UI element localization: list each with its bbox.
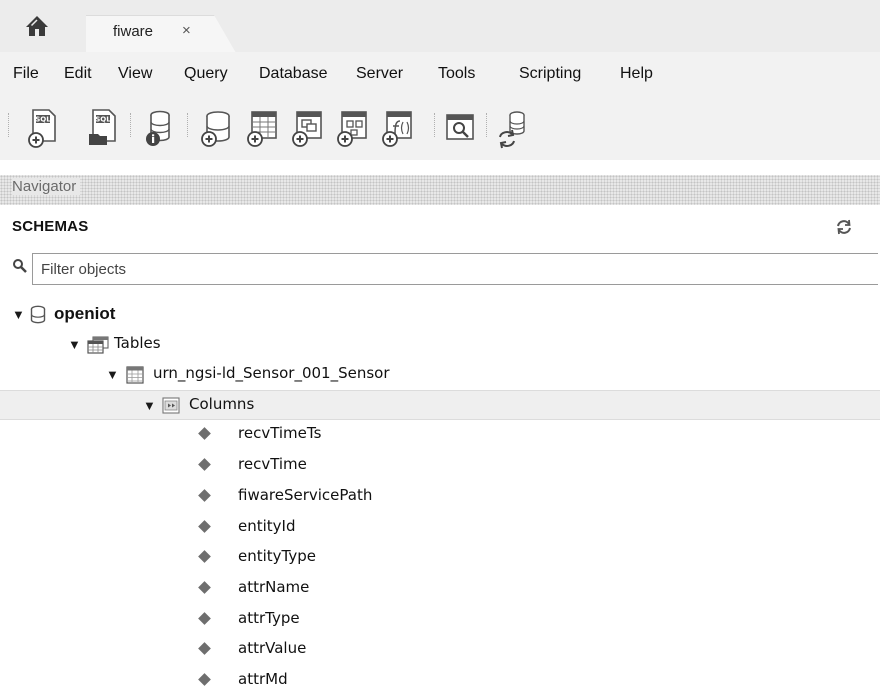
column-name: attrName <box>238 578 310 596</box>
tab-bar: fiware × <box>0 0 880 53</box>
column-name: recvTime <box>238 455 307 473</box>
database-icon <box>30 305 46 324</box>
column-item[interactable]: recvTime <box>0 451 880 481</box>
toolbar-separator <box>187 113 189 137</box>
menu-query[interactable]: Query <box>184 65 228 83</box>
navigator-header: Navigator <box>0 175 880 205</box>
column-diamond-icon <box>198 581 211 594</box>
create-procedure-icon <box>337 111 367 147</box>
column-name: attrValue <box>238 639 307 657</box>
home-icon <box>26 16 48 36</box>
create-procedure-button[interactable] <box>335 107 371 149</box>
create-function-icon <box>382 111 412 147</box>
column-item[interactable]: attrName <box>0 574 880 604</box>
new-sql-tab-button[interactable]: SQL <box>25 107 61 149</box>
column-diamond-icon <box>198 489 211 502</box>
column-diamond-icon <box>198 520 211 533</box>
schema-name: openiot <box>54 304 116 323</box>
create-schema-button[interactable] <box>198 107 234 149</box>
table-name: urn_ngsi-ld_Sensor_001_Sensor <box>153 364 390 382</box>
column-item[interactable]: attrType <box>0 605 880 635</box>
tab-label: fiware <box>113 23 154 40</box>
menu-database[interactable]: Database <box>259 65 328 83</box>
schema-inspector-icon <box>146 110 170 146</box>
column-diamond-icon <box>198 458 211 471</box>
menu-bar: File Edit View Query Database Server Too… <box>0 52 880 98</box>
open-sql-script-button[interactable]: SQL <box>85 107 121 149</box>
search-icon <box>13 259 27 273</box>
columns-label: Columns <box>189 395 255 413</box>
column-name: entityId <box>238 517 296 535</box>
column-item[interactable]: recvTimeTs <box>0 420 880 450</box>
collapse-toggle-icon[interactable]: ▼ <box>12 307 25 322</box>
column-item[interactable]: fiwareServicePath <box>0 482 880 512</box>
column-diamond-icon <box>198 642 211 655</box>
create-function-button[interactable] <box>380 107 416 149</box>
svg-text:SQL: SQL <box>35 116 51 124</box>
menu-server[interactable]: Server <box>356 65 403 83</box>
tree-schema-openiot[interactable]: ▼ openiot <box>0 300 880 330</box>
column-item[interactable]: entityType <box>0 543 880 573</box>
toolbar-separator <box>130 113 132 137</box>
column-item[interactable]: attrValue <box>0 635 880 665</box>
menu-tools[interactable]: Tools <box>438 65 475 83</box>
new-sql-tab-icon: SQL <box>28 109 56 148</box>
column-diamond-icon <box>198 427 211 440</box>
open-sql-script-icon: SQL <box>89 109 116 145</box>
menu-file[interactable]: File <box>13 65 39 83</box>
column-name: attrType <box>238 609 300 627</box>
tree-columns-node[interactable]: ▼ Columns <box>0 390 880 420</box>
menu-edit[interactable]: Edit <box>64 65 92 83</box>
menu-view[interactable]: View <box>118 65 152 83</box>
schema-inspector-button[interactable] <box>141 107 177 149</box>
columns-icon <box>162 397 180 414</box>
tables-label: Tables <box>114 334 161 352</box>
column-name: fiwareServicePath <box>238 486 373 504</box>
column-diamond-icon <box>198 550 211 563</box>
reconnect-icon <box>499 111 525 149</box>
filter-objects-input[interactable] <box>32 253 878 285</box>
create-view-icon <box>292 111 322 147</box>
close-tab-icon[interactable]: × <box>182 22 191 39</box>
reconnect-button[interactable] <box>495 107 531 149</box>
tab-fiware[interactable]: fiware × <box>86 15 236 53</box>
collapse-toggle-icon[interactable]: ▼ <box>143 398 156 413</box>
column-item[interactable]: attrMd <box>0 666 880 686</box>
table-icon <box>126 366 144 384</box>
svg-text:SQL: SQL <box>95 116 111 124</box>
menu-scripting[interactable]: Scripting <box>519 65 581 83</box>
home-tab[interactable] <box>14 10 60 42</box>
toolbar-separator <box>434 113 436 137</box>
toolbar-separator <box>486 113 488 137</box>
column-name: entityType <box>238 547 316 565</box>
tree-table-node[interactable]: ▼ urn_ngsi-ld_Sensor_001_Sensor <box>0 360 880 390</box>
navigator-title: Navigator <box>12 178 81 195</box>
create-table-button[interactable] <box>245 107 281 149</box>
column-name: recvTimeTs <box>238 424 322 442</box>
tree-tables-node[interactable]: ▼ Tables <box>0 330 880 360</box>
create-table-icon <box>247 111 277 147</box>
column-diamond-icon <box>198 673 211 686</box>
create-view-button[interactable] <box>290 107 326 149</box>
column-item[interactable]: entityId <box>0 513 880 543</box>
tables-icon <box>87 336 109 354</box>
column-diamond-icon <box>198 612 211 625</box>
toolbar-separator <box>8 113 10 137</box>
menu-help[interactable]: Help <box>620 65 653 83</box>
column-name: attrMd <box>238 670 288 686</box>
search-table-data-icon <box>446 114 474 140</box>
collapse-toggle-icon[interactable]: ▼ <box>68 337 81 352</box>
schemas-section-title: SCHEMAS <box>12 218 89 235</box>
create-schema-icon <box>201 111 230 147</box>
toolbar: SQL SQL <box>0 98 880 160</box>
collapse-toggle-icon[interactable]: ▼ <box>106 367 119 382</box>
refresh-icon[interactable] <box>835 218 853 236</box>
search-table-data-button[interactable] <box>442 107 478 149</box>
